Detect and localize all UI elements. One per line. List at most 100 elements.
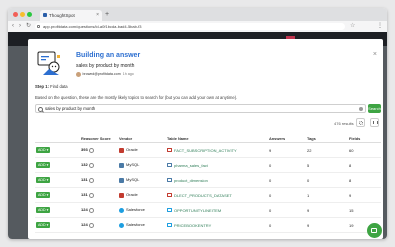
table-row[interactable]: ADD ▾ 131 MySQL product_dimension 0 0 8 (35, 172, 381, 188)
reasoner-score: 132 (81, 162, 88, 168)
step-text: Find data (50, 84, 68, 89)
answers-count: 9 (269, 142, 307, 158)
table-header-row: Reasoner Score Vendor Table Name Answers… (35, 134, 381, 143)
maximize-window-icon[interactable] (27, 12, 32, 17)
table-row[interactable]: ADD ▾ 131 Oracle DLECT_PRODUCTS_DATASET … (35, 187, 381, 203)
add-button[interactable]: ADD ▾ (36, 222, 51, 228)
avatar (76, 72, 81, 77)
column-header-tags[interactable]: Tags (307, 134, 349, 143)
add-button[interactable]: ADD ▾ (36, 177, 51, 183)
add-button-label: ADD (38, 193, 46, 197)
info-icon[interactable] (88, 192, 94, 198)
lock-icon (37, 25, 40, 28)
gear-icon[interactable] (356, 118, 365, 127)
add-button[interactable]: ADD ▾ (36, 192, 51, 198)
add-button[interactable]: ADD ▾ (36, 147, 51, 153)
browser-window: ThoughtSpot × + ‹ › ↻ app.profitdata.com… (8, 8, 387, 239)
step-label: Step 1: (35, 84, 49, 89)
search-button[interactable]: Search (368, 104, 381, 113)
back-button[interactable]: ‹ (12, 22, 14, 31)
chat-icon[interactable] (367, 223, 382, 238)
table-icon (167, 148, 172, 153)
column-header-fields[interactable]: Fields (349, 134, 381, 143)
info-icon[interactable] (88, 177, 94, 183)
table-row[interactable]: ADD ▾ 132 MySQL pharma_sales_fact 0 5 8 (35, 157, 381, 173)
table-name[interactable]: PRICEBOOKENTRY (174, 223, 211, 228)
tab-close-icon[interactable]: × (96, 10, 99, 21)
add-button-label: ADD (38, 178, 46, 182)
column-header-answers[interactable]: Answers (269, 134, 307, 143)
vendor-name: Salesforce (126, 207, 145, 213)
bookmark-star-icon[interactable]: ☆ (350, 22, 355, 31)
tab-bar: ThoughtSpot × + (8, 8, 387, 21)
fields-count: 8 (349, 157, 381, 173)
salesforce-icon (119, 222, 124, 228)
table-icon (167, 193, 172, 198)
table-icon (167, 163, 172, 168)
add-button-label: ADD (38, 223, 46, 227)
table-name[interactable]: OPPORTUNITYLINEITEM (174, 208, 221, 213)
add-button[interactable]: ADD ▾ (36, 162, 51, 168)
vendor-name: Oracle (126, 192, 138, 198)
info-icon[interactable] (88, 222, 94, 228)
add-button-label: ADD (38, 208, 46, 212)
reasoner-score: 124 (81, 222, 88, 228)
minimize-window-icon[interactable] (20, 12, 25, 17)
new-tab-button[interactable]: + (105, 10, 109, 20)
info-icon[interactable] (88, 162, 94, 168)
answer-modal: × Building an answer sales by product by… (28, 39, 383, 239)
add-button-label: ADD (38, 148, 46, 152)
forward-button[interactable]: › (19, 22, 21, 31)
tags-count: 9 (307, 217, 349, 233)
fields-count: 9 (349, 187, 381, 203)
table-row[interactable]: ADD ▾ 124 Salesforce OPPORTUNITYLINEITEM… (35, 202, 381, 218)
column-header-vendor[interactable]: Vendor (119, 134, 167, 143)
fields-count: 15 (349, 202, 381, 218)
search-input[interactable]: sales by product by month (35, 104, 366, 113)
table-name[interactable]: product_dimension (174, 178, 208, 183)
tags-count: 1 (307, 187, 349, 203)
table-name[interactable]: FACT_SUBSCRIPTION_ACTIVITY (174, 148, 237, 153)
fields-count: 60 (349, 142, 381, 158)
column-header-score[interactable]: Reasoner Score (81, 134, 119, 143)
modal-title: Building an answer (76, 52, 141, 59)
info-icon[interactable] (88, 147, 94, 153)
results-count: 476 results (334, 121, 354, 126)
close-window-icon[interactable] (13, 12, 18, 17)
answers-count: 0 (269, 217, 307, 233)
author-time: 1h ago (122, 72, 134, 76)
fields-count: 8 (349, 172, 381, 188)
columns-icon[interactable] (370, 118, 379, 127)
url-field[interactable]: app.profitdata.com/questions/id-a0f1bcda… (35, 23, 345, 30)
browser-menu-icon[interactable]: ⋮ (377, 22, 383, 31)
tags-count: 22 (307, 142, 349, 158)
browser-tab[interactable]: ThoughtSpot × (40, 10, 102, 21)
answers-count: 0 (269, 157, 307, 173)
reload-button[interactable]: ↻ (26, 22, 31, 31)
search-icon (38, 106, 44, 112)
search-input-value: sales by product by month (45, 106, 96, 111)
reasoner-score: 131 (81, 177, 88, 183)
vendor-name: MySQL (126, 162, 140, 168)
clear-icon[interactable] (358, 106, 363, 111)
answers-count: 0 (269, 202, 307, 218)
table-icon (167, 223, 172, 228)
table-row[interactable]: ADD ▾ 124 Salesforce PRICEBOOKENTRY 0 9 … (35, 217, 381, 233)
table-name[interactable]: pharma_sales_fact (174, 163, 208, 168)
add-button[interactable]: ADD ▾ (36, 207, 51, 213)
table-row[interactable]: ADD ▾ 393 Oracle FACT_SUBSCRIPTION_ACTIV… (35, 142, 381, 158)
tab-title: ThoughtSpot (49, 13, 75, 18)
data-sources-table: Reasoner Score Vendor Table Name Answers… (35, 134, 381, 233)
answers-count: 0 (269, 187, 307, 203)
vendor-name: Salesforce (126, 222, 145, 228)
salesforce-icon (119, 207, 124, 213)
thoughtspot-logo (37, 51, 60, 75)
reasoner-score: 124 (81, 207, 88, 213)
table-name[interactable]: DLECT_PRODUCTS_DATASET (174, 193, 232, 198)
info-icon[interactable] (88, 207, 94, 213)
close-icon[interactable]: × (373, 51, 377, 58)
column-header-table-name[interactable]: Table Name (167, 134, 269, 143)
vendor-name: Oracle (126, 147, 138, 153)
reasoner-score: 393 (81, 147, 88, 153)
step-description: Based on the question, these are the mos… (35, 95, 238, 100)
